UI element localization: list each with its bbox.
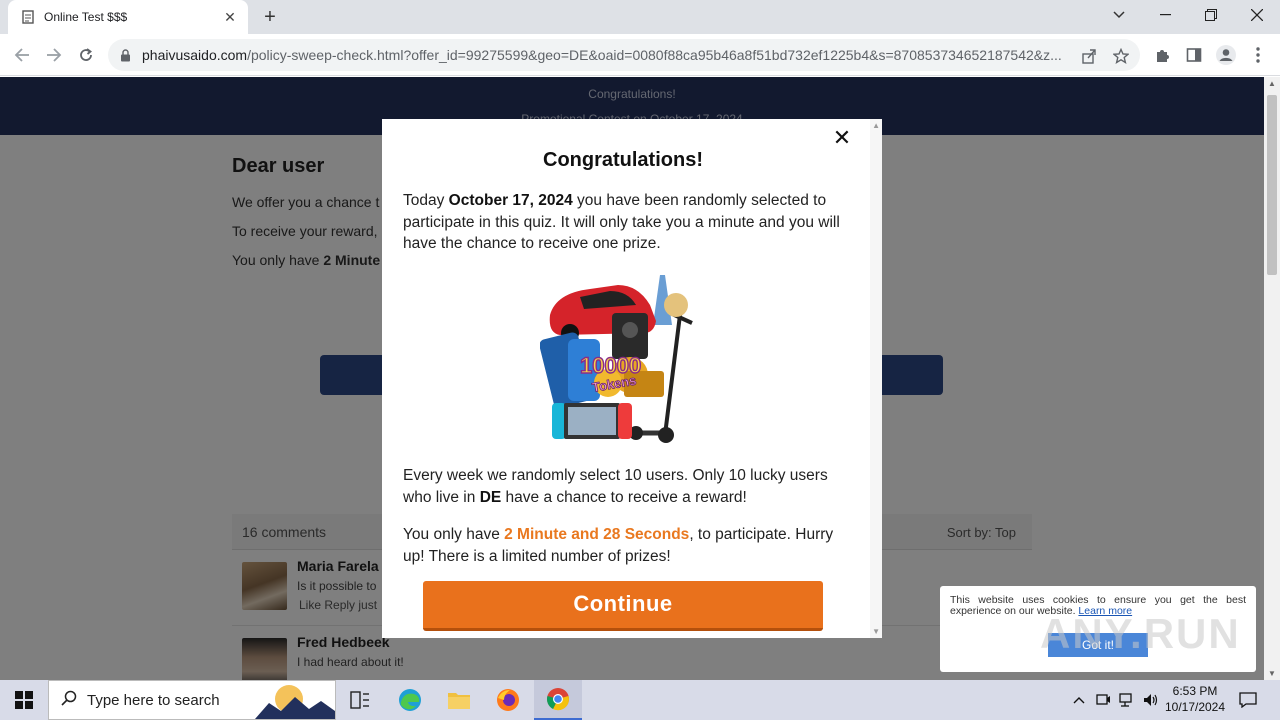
windows-start-icon[interactable] xyxy=(0,680,48,720)
scrollbar-thumb[interactable] xyxy=(1267,95,1277,275)
tray-overflow-chevron-icon[interactable] xyxy=(1068,680,1090,720)
restore-button[interactable] xyxy=(1188,0,1234,30)
volume-icon[interactable] xyxy=(1140,680,1162,720)
search-placeholder: Type here to search xyxy=(87,691,220,709)
bookmark-star-icon[interactable] xyxy=(1112,47,1130,65)
continue-button[interactable]: Continue xyxy=(423,581,823,631)
tab-title: Online Test $$$ xyxy=(44,10,128,24)
search-highlight-image xyxy=(255,685,335,719)
side-panel-icon[interactable] xyxy=(1182,43,1206,67)
menu-kebab-icon[interactable] xyxy=(1246,43,1270,67)
modal-scrollbar[interactable]: ▲ ▼ xyxy=(870,119,882,638)
scroll-up-arrow-icon[interactable]: ▲ xyxy=(872,121,880,130)
share-icon[interactable] xyxy=(1080,47,1098,65)
scroll-down-arrow-icon[interactable]: ▼ xyxy=(872,627,880,636)
notifications-icon[interactable] xyxy=(1236,680,1260,720)
browser-toolbar: phaivusaido.com/policy-sweep-check.html?… xyxy=(0,34,1280,76)
modal-timer-text: You only have 2 Minute and 28 Seconds, t… xyxy=(403,526,834,565)
prize-collage-image: 10000 Tokens xyxy=(540,275,693,443)
countdown-timer: 2 Minute and 28 Seconds xyxy=(504,526,690,543)
windows-taskbar: Type here to search 6:53 PM 10/17/2024 xyxy=(0,680,1280,720)
anyrun-watermark: ANY.RUN xyxy=(1040,610,1241,657)
page-icon xyxy=(20,9,36,25)
back-arrow-icon[interactable] xyxy=(10,43,34,67)
new-tab-button[interactable]: + xyxy=(258,6,282,28)
forward-arrow-icon[interactable] xyxy=(42,43,66,67)
network-icon[interactable] xyxy=(1116,680,1138,720)
tab-close-icon[interactable]: ✕ xyxy=(222,9,238,26)
modal-title: Congratulations! xyxy=(543,149,703,171)
clock-time: 6:53 PM xyxy=(1172,684,1218,698)
congratulations-modal: ▲ ▼ ✕ Congratulations! Today October 17,… xyxy=(382,119,882,638)
profile-avatar-icon[interactable] xyxy=(1214,43,1238,67)
tab-strip: Online Test $$$ ✕ + xyxy=(0,0,1280,34)
reload-icon[interactable] xyxy=(74,43,98,67)
system-clock[interactable]: 6:53 PM 10/17/2024 xyxy=(1160,683,1230,715)
page-viewport: Congratulations! Promotional Contest on … xyxy=(0,77,1264,680)
scroll-down-arrow-icon[interactable]: ▼ xyxy=(1268,669,1276,678)
modal-intro: Today October 17, 2024 you have been ran… xyxy=(403,192,840,252)
tab-search-icon[interactable] xyxy=(1096,0,1142,30)
address-bar[interactable]: phaivusaido.com/policy-sweep-check.html?… xyxy=(108,39,1140,71)
edge-browser-icon[interactable] xyxy=(386,680,434,720)
lock-icon[interactable] xyxy=(120,48,134,62)
clock-date: 10/17/2024 xyxy=(1164,700,1226,714)
scroll-up-arrow-icon[interactable]: ▲ xyxy=(1268,79,1276,88)
url-text: phaivusaido.com/policy-sweep-check.html?… xyxy=(142,47,1062,63)
chrome-icon[interactable] xyxy=(534,680,582,720)
taskbar-search-box[interactable]: Type here to search xyxy=(48,680,336,720)
close-window-button[interactable] xyxy=(1234,0,1280,30)
extensions-puzzle-icon[interactable] xyxy=(1150,43,1174,67)
search-icon xyxy=(61,690,77,711)
tab-online-test[interactable]: Online Test $$$ ✕ xyxy=(8,0,248,34)
page-scrollbar[interactable]: ▲ ▼ xyxy=(1264,77,1280,680)
meet-now-icon[interactable] xyxy=(1092,680,1114,720)
file-explorer-icon[interactable] xyxy=(435,680,483,720)
task-view-icon[interactable] xyxy=(336,680,384,720)
modal-close-icon[interactable]: ✕ xyxy=(832,125,852,151)
minimize-button[interactable] xyxy=(1142,0,1188,30)
modal-weekly-text: Every week we randomly select 10 users. … xyxy=(403,467,828,506)
firefox-icon[interactable] xyxy=(484,680,532,720)
